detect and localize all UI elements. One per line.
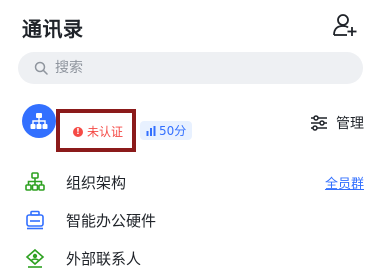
search-input[interactable] [53, 59, 337, 77]
org-structure-icon [30, 113, 48, 129]
all-members-group-link[interactable]: 全员群 [325, 173, 364, 192]
list-item-org-structure[interactable]: 组织架构 全员群 [0, 166, 376, 196]
bar-chart-icon [146, 125, 156, 136]
manage-label: 管理 [336, 116, 364, 132]
list-item-label: 组织架构 [66, 174, 127, 192]
settings-sliders-icon [311, 115, 327, 131]
highlight-annotation-box [56, 109, 136, 152]
score-badge[interactable]: 50分 [140, 121, 193, 140]
manage-button[interactable]: 管理 [310, 113, 364, 133]
office-hardware-icon [26, 210, 44, 230]
search-icon [34, 61, 48, 75]
org-structure-icon [25, 172, 45, 191]
score-label: 50分 [159, 124, 187, 138]
add-person-icon [333, 14, 357, 36]
contacts-page: 通讯录 ! 未认证 [0, 0, 376, 274]
org-avatar[interactable] [22, 104, 56, 138]
external-contacts-icon [25, 248, 45, 268]
list-item-external-contacts[interactable]: 外部联系人 [0, 242, 376, 272]
list-item-office-hardware[interactable]: 智能办公硬件 [0, 204, 376, 234]
page-title: 通讯录 [22, 17, 84, 41]
list-item-label: 智能办公硬件 [66, 212, 157, 230]
list-item-label: 外部联系人 [66, 250, 142, 268]
add-contact-button[interactable] [332, 12, 358, 38]
search-bar[interactable] [18, 52, 363, 84]
